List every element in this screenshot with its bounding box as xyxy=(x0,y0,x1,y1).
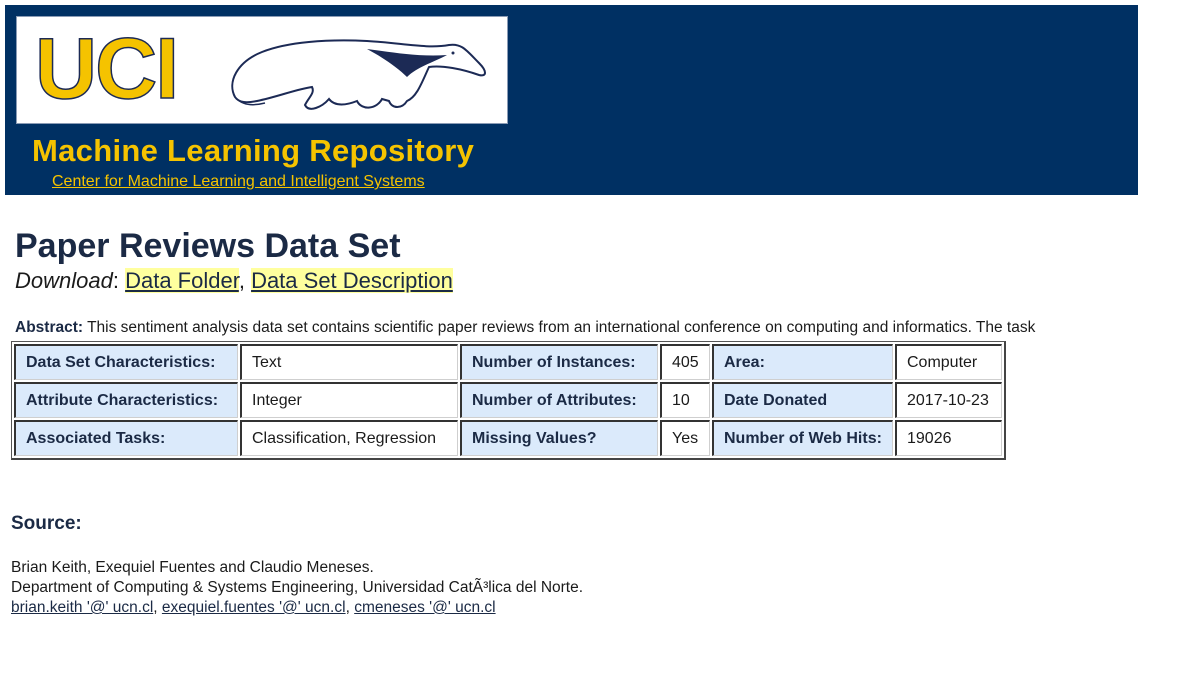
source-authors: Brian Keith, Exequiel Fuentes and Claudi… xyxy=(11,559,374,576)
uci-logo[interactable]: UCI xyxy=(16,16,508,124)
table-label-cell: Number of Instances: xyxy=(460,344,658,380)
cml-link[interactable]: Center for Machine Learning and Intellig… xyxy=(52,173,425,191)
header-banner: UCI Machine Learning Repository Center f… xyxy=(5,5,1138,195)
source-affiliation: Department of Computing & Systems Engine… xyxy=(11,579,584,596)
table-label-cell: Attribute Characteristics: xyxy=(14,382,238,418)
email-separator: , xyxy=(345,599,355,616)
link-comma: , xyxy=(238,268,252,293)
table-row: Associated Tasks: Classification, Regres… xyxy=(14,420,1002,456)
email-link[interactable]: cmeneses '@' ucn.cl xyxy=(354,599,495,616)
email-link[interactable]: exequiel.fuentes '@' ucn.cl xyxy=(162,599,346,616)
download-separator: : xyxy=(112,268,119,293)
email-link[interactable]: brian.keith '@' ucn.cl xyxy=(11,599,153,616)
download-label: Download xyxy=(15,268,113,293)
table-value-cell: Yes xyxy=(660,420,710,456)
abstract: Abstract: This sentiment analysis data s… xyxy=(15,319,1035,337)
email-separator: , xyxy=(153,599,162,616)
page-title: Paper Reviews Data Set xyxy=(15,227,401,265)
table-row: Attribute Characteristics: Integer Numbe… xyxy=(14,382,1002,418)
source-heading: Source: xyxy=(11,513,82,534)
table-label-cell: Number of Web Hits: xyxy=(712,420,893,456)
table-value-cell: Computer xyxy=(895,344,1002,380)
table-value-cell: Integer xyxy=(240,382,458,418)
table-value-cell: 2017-10-23 xyxy=(895,382,1002,418)
logo-text: UCI xyxy=(34,20,180,118)
table-label-cell: Number of Attributes: xyxy=(460,382,658,418)
repository-title: Machine Learning Repository xyxy=(32,133,475,168)
table-label-cell: Date Donated xyxy=(712,382,893,418)
table-value-cell: 19026 xyxy=(895,420,1002,456)
anteater-icon xyxy=(231,39,486,110)
characteristics-table: Data Set Characteristics: Text Number of… xyxy=(11,341,1006,460)
data-folder-link[interactable]: Data Folder xyxy=(125,268,239,293)
download-line: Download: Data Folder, Data Set Descript… xyxy=(15,268,453,294)
source-emails: brian.keith '@' ucn.cl, exequiel.fuentes… xyxy=(11,598,583,618)
table-label-cell: Associated Tasks: xyxy=(14,420,238,456)
abstract-text: This sentiment analysis data set contain… xyxy=(87,319,1036,336)
table-label-cell: Missing Values? xyxy=(460,420,658,456)
table-value-cell: Text xyxy=(240,344,458,380)
table-row: Data Set Characteristics: Text Number of… xyxy=(14,344,1002,380)
source-body: Brian Keith, Exequiel Fuentes and Claudi… xyxy=(11,558,583,618)
table-label-cell: Area: xyxy=(712,344,893,380)
table-label-cell: Data Set Characteristics: xyxy=(14,344,238,380)
table-value-cell: 405 xyxy=(660,344,710,380)
table-value-cell: 10 xyxy=(660,382,710,418)
table-value-cell: Classification, Regression xyxy=(240,420,458,456)
abstract-label: Abstract: xyxy=(15,319,84,336)
data-set-description-link[interactable]: Data Set Description xyxy=(251,268,453,293)
